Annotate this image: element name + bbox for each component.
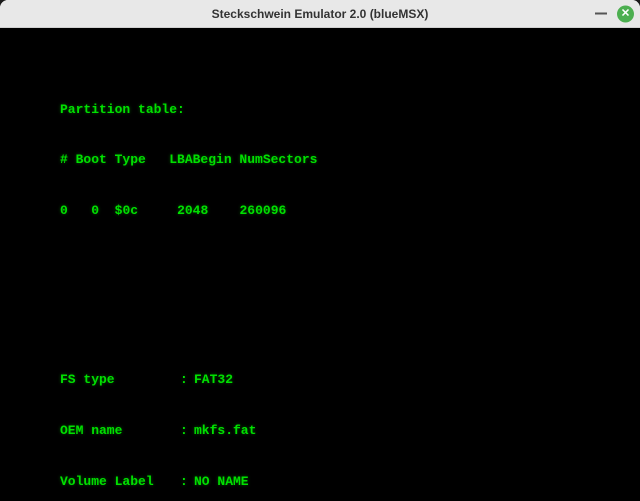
fs-label: FS type [60,372,180,389]
fs-value: FAT32 [194,372,233,387]
partition-boot: 0 [91,203,99,218]
blank-line [60,254,640,271]
titlebar: Steckschwein Emulator 2.0 (blueMSX) ✕ [0,0,640,28]
minimize-icon[interactable] [595,13,607,15]
fs-row: Volume Label:NO NAME [60,474,640,491]
fs-label: Volume Label [60,474,180,491]
fs-value: NO NAME [194,474,249,489]
close-icon[interactable]: ✕ [617,5,634,22]
partition-lba: 2048 [177,203,208,218]
terminal-screen: Partition table: # Boot Type LBABegin Nu… [0,28,640,501]
app-window: Steckschwein Emulator 2.0 (blueMSX) ✕ Pa… [0,0,640,501]
window-title: Steckschwein Emulator 2.0 (blueMSX) [212,7,429,21]
partition-row: 0 0 $0c 2048 260096 [60,203,640,220]
fs-label: OEM name [60,423,180,440]
blank-line [60,305,640,322]
fs-value: mkfs.fat [194,423,256,438]
window-controls: ✕ [595,5,634,22]
partition-numsectors: 260096 [240,203,287,218]
partition-idx: 0 [60,203,68,218]
colon: : [180,474,194,491]
colon: : [180,372,194,389]
partition-heading: Partition table: [60,102,640,119]
colon: : [180,423,194,440]
partition-type: $0c [115,203,138,218]
fs-row: OEM name:mkfs.fat [60,423,640,440]
fs-row: FS type:FAT32 [60,372,640,389]
partition-header: # Boot Type LBABegin NumSectors [60,152,640,169]
